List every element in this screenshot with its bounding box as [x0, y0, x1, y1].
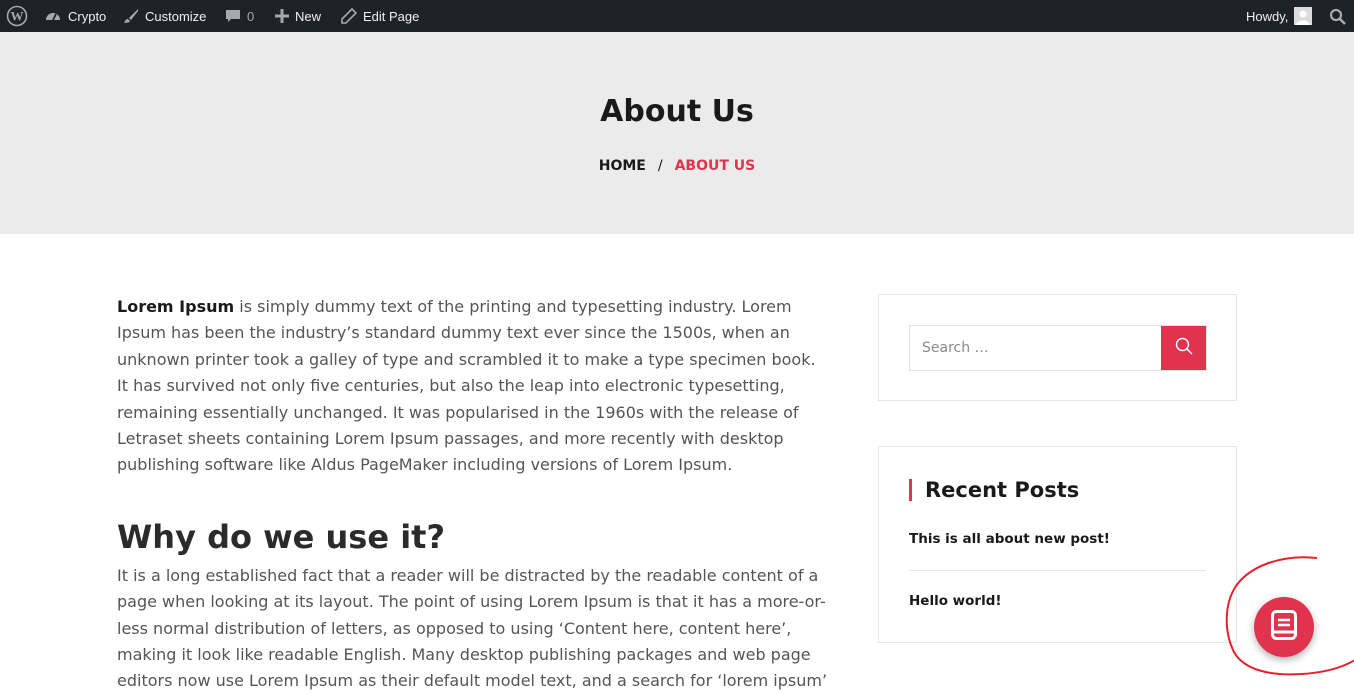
document-icon: [1271, 610, 1297, 644]
howdy-label: Howdy,: [1246, 8, 1289, 24]
search-form: [909, 325, 1207, 371]
intro-bold-text: Lorem Ipsum: [117, 297, 235, 316]
comments-link[interactable]: 0: [225, 0, 254, 32]
search-icon: [1175, 337, 1193, 359]
admin-bar: W Crypto Customize 0 New Edit Page Howdy…: [0, 0, 1354, 32]
new-label: New: [295, 8, 322, 24]
my-account-menu[interactable]: Howdy,: [1246, 0, 1313, 32]
recent-posts-title: Recent Posts: [909, 479, 1079, 501]
customize-link[interactable]: Customize: [123, 0, 206, 32]
new-content-menu[interactable]: New: [275, 0, 321, 32]
recent-post-link[interactable]: Hello world!: [909, 593, 1206, 609]
comment-icon: [225, 8, 241, 24]
site-name-label: Crypto: [68, 8, 107, 24]
edit-page-label: Edit Page: [363, 8, 420, 24]
recent-post-link[interactable]: This is all about new post!: [909, 531, 1206, 547]
section-heading: Why do we use it?: [117, 517, 446, 556]
breadcrumb-separator: /: [657, 158, 663, 174]
page-header-banner: About Us HOME / ABOUT US: [0, 32, 1354, 234]
adminbar-search[interactable]: [1329, 0, 1346, 32]
search-input[interactable]: [910, 326, 1161, 370]
recent-posts-widget: Recent Posts This is all about new post!…: [878, 446, 1237, 643]
floating-document-button[interactable]: [1254, 597, 1314, 657]
intro-text: is simply dummy text of the printing and…: [117, 297, 816, 475]
pencil-icon: [341, 8, 357, 24]
page-title: About Us: [600, 94, 754, 129]
dashboard-icon: [44, 8, 62, 24]
customize-label: Customize: [145, 8, 207, 24]
edit-page-link[interactable]: Edit Page: [341, 0, 419, 32]
search-widget: [878, 294, 1237, 401]
breadcrumb: HOME / ABOUT US: [0, 158, 1354, 174]
main-content: Lorem Ipsum is simply dummy text of the …: [117, 294, 829, 695]
svg-text:W: W: [11, 9, 24, 24]
comments-count: 0: [247, 8, 255, 24]
breadcrumb-current: ABOUT US: [674, 158, 756, 174]
divider: [909, 570, 1206, 571]
plus-icon: [275, 9, 289, 23]
wordpress-menu[interactable]: W: [6, 0, 28, 32]
avatar-icon: [1294, 7, 1313, 25]
site-name-menu[interactable]: Crypto: [44, 0, 106, 32]
section-paragraph: It is a long established fact that a rea…: [117, 565, 828, 691]
wordpress-logo-icon: W: [6, 5, 28, 27]
intro-paragraph: Lorem Ipsum is simply dummy text of the …: [117, 294, 829, 479]
brush-icon: [123, 8, 139, 24]
search-icon: [1329, 8, 1346, 25]
search-button[interactable]: [1161, 326, 1206, 370]
breadcrumb-home-link[interactable]: HOME: [599, 158, 646, 174]
